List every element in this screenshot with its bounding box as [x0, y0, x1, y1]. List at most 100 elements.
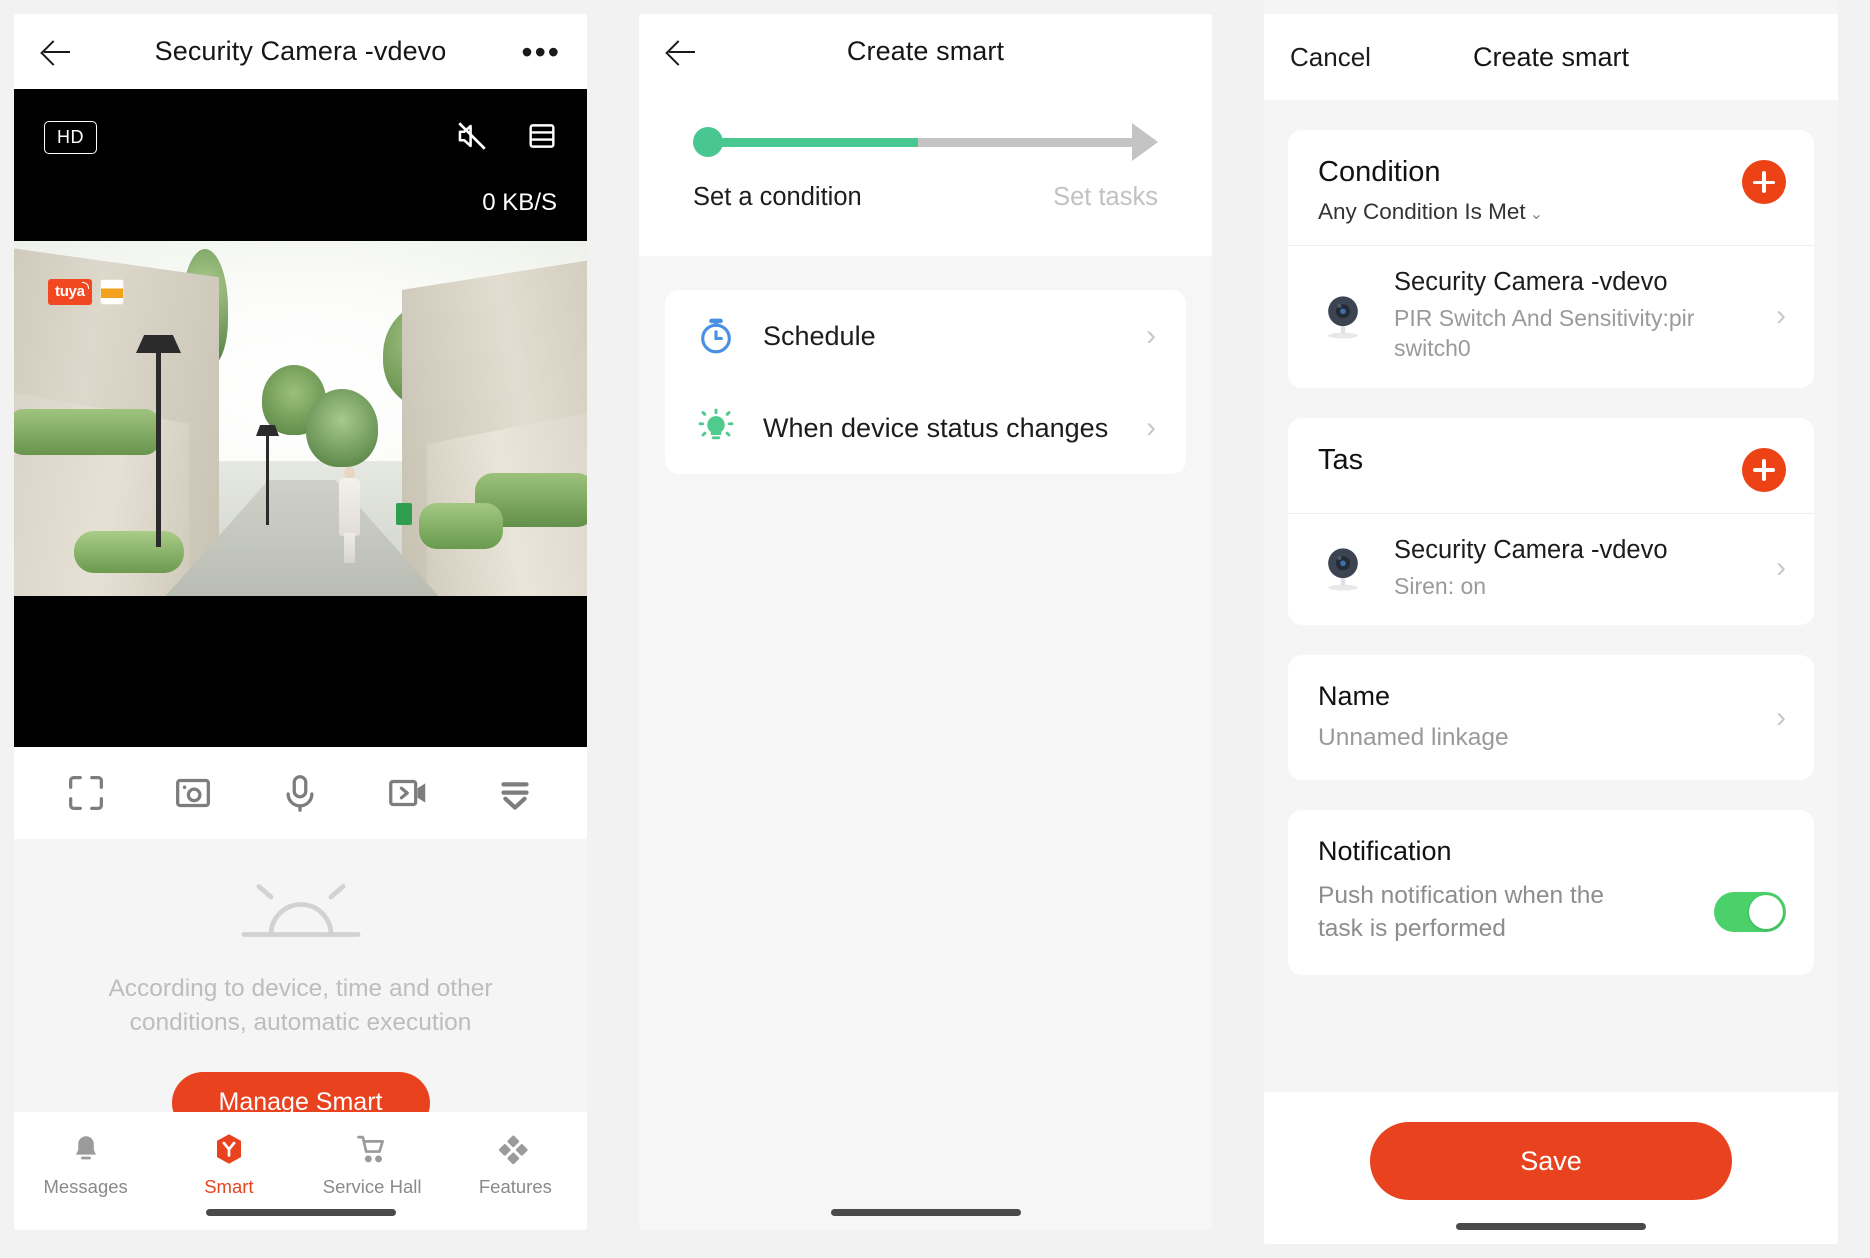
tuya-badge-icon	[99, 279, 124, 305]
device-name: Security Camera -vdevo	[1394, 268, 1668, 296]
tab-messages[interactable]: Messages	[14, 1128, 157, 1230]
hd-quality-badge[interactable]: HD	[44, 121, 97, 154]
hexagon-y-icon	[157, 1128, 300, 1170]
condition-header: Condition Any Condition Is Met ⌄	[1288, 130, 1814, 245]
condition-title: Condition	[1318, 156, 1441, 188]
add-condition-icon[interactable]	[1742, 160, 1786, 204]
bottom-tab-bar: Messages Smart Service Hall Features	[14, 1112, 587, 1230]
name-value: Unnamed linkage	[1318, 724, 1509, 752]
person-walking	[336, 467, 362, 563]
notification-row: Notification Push notification when the …	[1288, 810, 1814, 976]
task-card: Tas Security Camera -vdevo Siren: on ›	[1288, 417, 1814, 626]
cancel-button[interactable]: Cancel	[1290, 42, 1371, 73]
split-view-icon[interactable]	[525, 119, 559, 153]
bitrate-label: 0 KB/S	[482, 189, 557, 216]
option-label: Schedule	[763, 320, 876, 351]
record-icon[interactable]	[385, 770, 431, 816]
security-camera-icon	[1328, 296, 1358, 339]
name-row[interactable]: Name Unnamed linkage ›	[1288, 655, 1814, 781]
bulb-icon	[698, 408, 734, 440]
device-detail: PIR Switch And Sensitivity:pir switch0	[1394, 305, 1695, 362]
fullscreen-icon[interactable]	[63, 770, 109, 816]
save-bar: Save	[1264, 1092, 1838, 1244]
tuya-watermark: tuya	[48, 279, 124, 305]
create-smart-step2-panel: Cancel Create smart Condition Any Condit…	[1264, 0, 1838, 1244]
video-top-icons	[455, 119, 559, 153]
hedge	[14, 409, 159, 455]
more-options-icon[interactable]: •••	[521, 36, 561, 68]
step-track	[719, 137, 1134, 147]
option-schedule[interactable]: Schedule ›	[665, 290, 1186, 382]
chevron-right-icon: ›	[1776, 298, 1786, 332]
home-indicator	[830, 1209, 1021, 1216]
create-smart-step1-panel: Create smart Set a condition Set tasks S…	[639, 14, 1212, 1230]
bell-icon	[14, 1128, 157, 1170]
condition-item-text: Security Camera -vdevo PIR Switch And Se…	[1394, 268, 1776, 364]
tab-label: Features	[478, 1176, 552, 1197]
tab-label: Messages	[43, 1176, 128, 1197]
snapshot-icon[interactable]	[170, 770, 216, 816]
home-indicator	[205, 1209, 396, 1216]
back-arrow-icon[interactable]	[665, 35, 699, 69]
add-task-icon[interactable]	[1742, 447, 1786, 492]
save-button[interactable]: Save	[1370, 1122, 1732, 1200]
option-device-status[interactable]: When device status changes ›	[665, 382, 1186, 474]
stopwatch-icon	[701, 318, 731, 354]
page-title: Create smart	[846, 36, 1005, 66]
condition-item[interactable]: Security Camera -vdevo PIR Switch And Se…	[1288, 246, 1814, 388]
step2-nav-bar: Cancel Create smart	[1264, 14, 1838, 100]
name-label: Name	[1318, 681, 1391, 712]
condition-mode-select[interactable]: Any Condition Is Met ⌄	[1318, 199, 1784, 225]
security-camera-icon	[1328, 548, 1358, 591]
notification-description: Push notification when the task is perfo…	[1318, 882, 1605, 943]
condition-card: Condition Any Condition Is Met⌄ Securit	[1288, 130, 1814, 388]
task-header: Tas	[1288, 418, 1814, 513]
tree	[306, 389, 378, 467]
task-item-text: Security Camera -vdevo Siren: on	[1394, 536, 1776, 601]
step1-nav-bar: Create smart	[639, 14, 1212, 89]
trash-bin	[396, 503, 412, 525]
tuya-logo: tuya	[48, 279, 92, 305]
more-controls-icon[interactable]	[492, 770, 538, 816]
task-item[interactable]: Security Camera -vdevo Siren: on ›	[1288, 514, 1814, 625]
step1-header: Create smart Set a condition Set tasks	[639, 14, 1212, 256]
microphone-icon[interactable]	[277, 770, 323, 816]
camera-nav-bar: Security Camera -vdevo •••	[14, 14, 587, 89]
condition-type-card: Schedule › When device status changes ›	[665, 290, 1186, 474]
notification-label: Notification	[1318, 836, 1452, 867]
diamonds-icon	[444, 1128, 587, 1170]
street-lamp	[156, 347, 161, 547]
notification-toggle[interactable]	[1714, 892, 1786, 933]
chevron-down-icon: ⌄	[1529, 206, 1544, 223]
camera-screen-panel: Security Camera -vdevo ••• tuya HD 0 KB/…	[14, 14, 587, 1230]
step2-label: Set tasks	[1053, 183, 1158, 211]
back-arrow-icon[interactable]	[40, 35, 74, 69]
device-name: Security Camera -vdevo	[1394, 535, 1668, 564]
device-detail: Siren: on	[1394, 572, 1487, 599]
step-labels: Set a condition Set tasks	[693, 183, 1158, 212]
step-progress-fill	[719, 137, 919, 147]
chevron-right-icon: ›	[1146, 319, 1156, 352]
hedge	[74, 531, 184, 573]
chevron-right-icon: ›	[1776, 551, 1786, 585]
option-label: When device status changes	[763, 412, 1109, 443]
home-indicator	[1456, 1223, 1646, 1230]
step-dot-current	[693, 127, 723, 157]
screenshot-stage: Security Camera -vdevo ••• tuya HD 0 KB/…	[0, 0, 1870, 1258]
step-arrow-icon	[1132, 123, 1158, 161]
chevron-right-icon: ›	[1776, 700, 1786, 734]
step1-label: Set a condition	[693, 183, 862, 211]
tab-label: Smart	[204, 1176, 254, 1197]
condition-mode-label: Any Condition Is Met	[1318, 199, 1526, 224]
mute-speaker-icon[interactable]	[455, 119, 489, 153]
video-frame: tuya	[14, 241, 587, 596]
promo-description: According to device, time and other cond…	[108, 975, 493, 1036]
cart-icon	[301, 1128, 444, 1170]
tab-features[interactable]: Features	[444, 1128, 587, 1230]
video-player[interactable]: tuya HD 0 KB/S	[14, 89, 587, 747]
task-title: Tas	[1318, 443, 1364, 476]
chevron-right-icon: ›	[1146, 411, 1156, 444]
camera-controls-row	[14, 747, 587, 839]
street-lamp	[266, 433, 269, 525]
toggle-knob	[1749, 895, 1783, 930]
